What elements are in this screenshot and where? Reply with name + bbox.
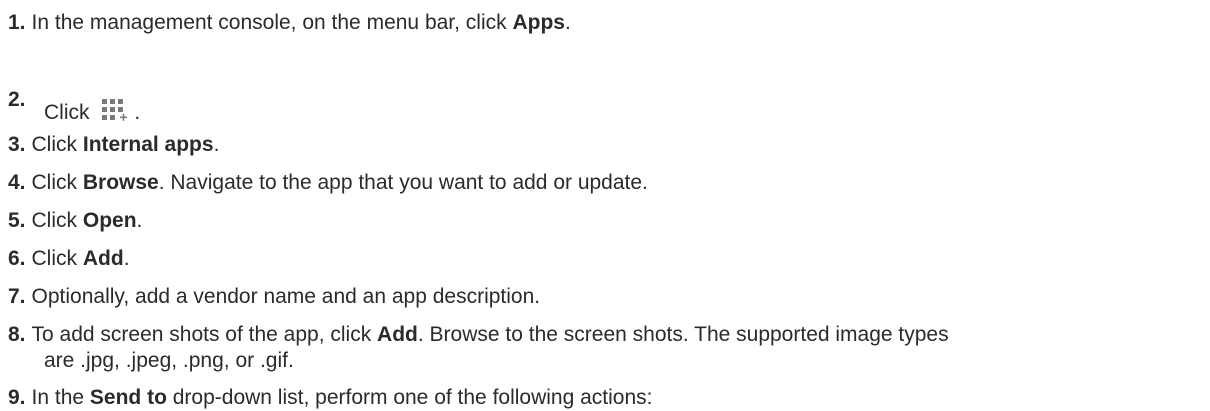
step-text: In the management console, on the menu b… xyxy=(31,11,513,34)
ui-term: Apps xyxy=(512,11,565,34)
step-1: 1. In the management console, on the menu… xyxy=(8,11,571,34)
step-2-number: 2. xyxy=(8,88,26,111)
step-5: 5. Click Open. xyxy=(8,209,143,232)
ui-term: Browse xyxy=(82,171,159,194)
step-text: Click xyxy=(44,101,96,124)
ui-term: Add xyxy=(82,247,124,270)
step-number: 4. xyxy=(8,171,26,194)
step-8: 8. To add screen shots of the app, click … xyxy=(8,323,949,346)
step-6: 6. Click Add. xyxy=(8,247,130,270)
step-8-continuation: are .jpg, .jpeg, .png, or .gif. xyxy=(44,349,294,372)
step-number: 9. xyxy=(8,386,26,409)
step-9: 9. In the Send to drop-down list, perform… xyxy=(8,386,653,409)
ui-term: Open xyxy=(82,209,137,232)
step-number: 7. xyxy=(8,285,26,308)
step-number: 5. xyxy=(8,209,26,232)
ui-term: Internal apps xyxy=(82,133,214,156)
ui-term: Send to xyxy=(89,386,167,409)
step-number: 8. xyxy=(8,323,26,346)
step-text: Optionally, add a vendor name and an app… xyxy=(31,285,541,308)
step-3: 3. Click Internal apps. xyxy=(8,133,220,156)
step-7: 7. Optionally, add a vendor name and an a… xyxy=(8,284,540,310)
step-text: Click xyxy=(31,247,83,270)
step-number: 3. xyxy=(8,133,26,156)
step-text: Click xyxy=(31,171,83,194)
ui-term: Add xyxy=(377,323,418,346)
step-2: Click . xyxy=(44,97,140,126)
step-4: 4. Click Browse. Navigate to the app that… xyxy=(8,171,648,194)
step-text: To add screen shots of the app, click xyxy=(31,323,378,346)
step-number: 1. xyxy=(8,11,26,34)
step-text: Click xyxy=(31,209,83,232)
add-app-grid-icon xyxy=(102,99,128,121)
step-text: Click xyxy=(31,133,83,156)
step-text: In the xyxy=(31,386,90,409)
step-number: 6. xyxy=(8,247,26,270)
